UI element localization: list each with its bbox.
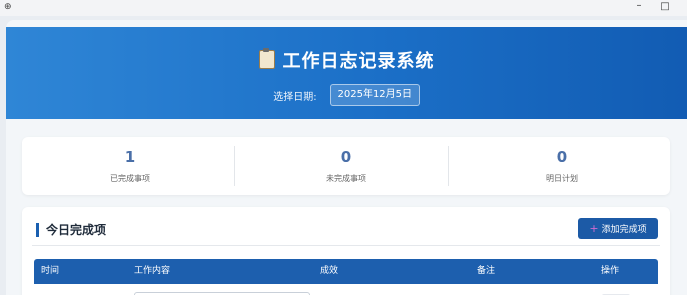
stat-tomorrow-label: 明日计划 [546,174,578,183]
stat-tomorrow-value: 0 [556,148,568,166]
stat-divider [448,146,449,186]
col-time: 时间 [41,266,60,276]
col-result: 成效 [320,266,339,276]
stat-tomorrow: 0 明日计划 [454,137,670,195]
minimize-icon[interactable]: – [632,0,646,14]
stat-incomplete-label: 未完成事项 [326,174,366,183]
stat-completed-value: 1 [124,148,136,166]
maximize-icon[interactable]: □ [659,1,671,13]
col-notes: 备注 [477,266,496,276]
stat-incomplete: 0 未完成事项 [238,137,454,195]
divider [32,245,660,246]
page-title: 工作日志记录系统 [6,47,687,73]
stat-incomplete-value: 0 [340,148,352,166]
add-completed-button[interactable]: + 添加完成项 [578,218,658,239]
app-icon: ⊕ [4,2,12,12]
today-panel: 今日完成项 + 添加完成项 时间 工作内容 成效 备注 操作 [22,207,670,295]
stats-card: 1 已完成事项 0 未完成事项 0 明日计划 [22,137,670,195]
page-title-text: 工作日志记录系统 [282,51,435,72]
clipboard-icon [258,48,275,69]
date-label: 选择日期: [273,91,317,103]
col-content: 工作内容 [134,266,171,276]
plus-icon: + [589,222,599,235]
date-picker-row: 选择日期: 2025年12月5日 [6,84,687,106]
header-banner: 工作日志记录系统 选择日期: 2025年12月5日 [6,27,687,119]
app-page: 工作日志记录系统 选择日期: 2025年12月5日 1 已完成事项 0 未完成事… [6,20,687,295]
table-header: 时间 工作内容 成效 备注 操作 [34,259,658,284]
add-completed-button-label: 添加完成项 [601,225,647,235]
col-actions: 操作 [601,266,620,276]
stat-completed-label: 已完成事项 [110,174,150,183]
date-input[interactable]: 2025年12月5日 [329,84,420,106]
window-titlebar: ⊕ – □ [0,0,687,16]
stat-completed: 1 已完成事项 [22,137,238,195]
section-title: 今日完成项 [36,223,106,237]
stat-divider [234,146,235,186]
